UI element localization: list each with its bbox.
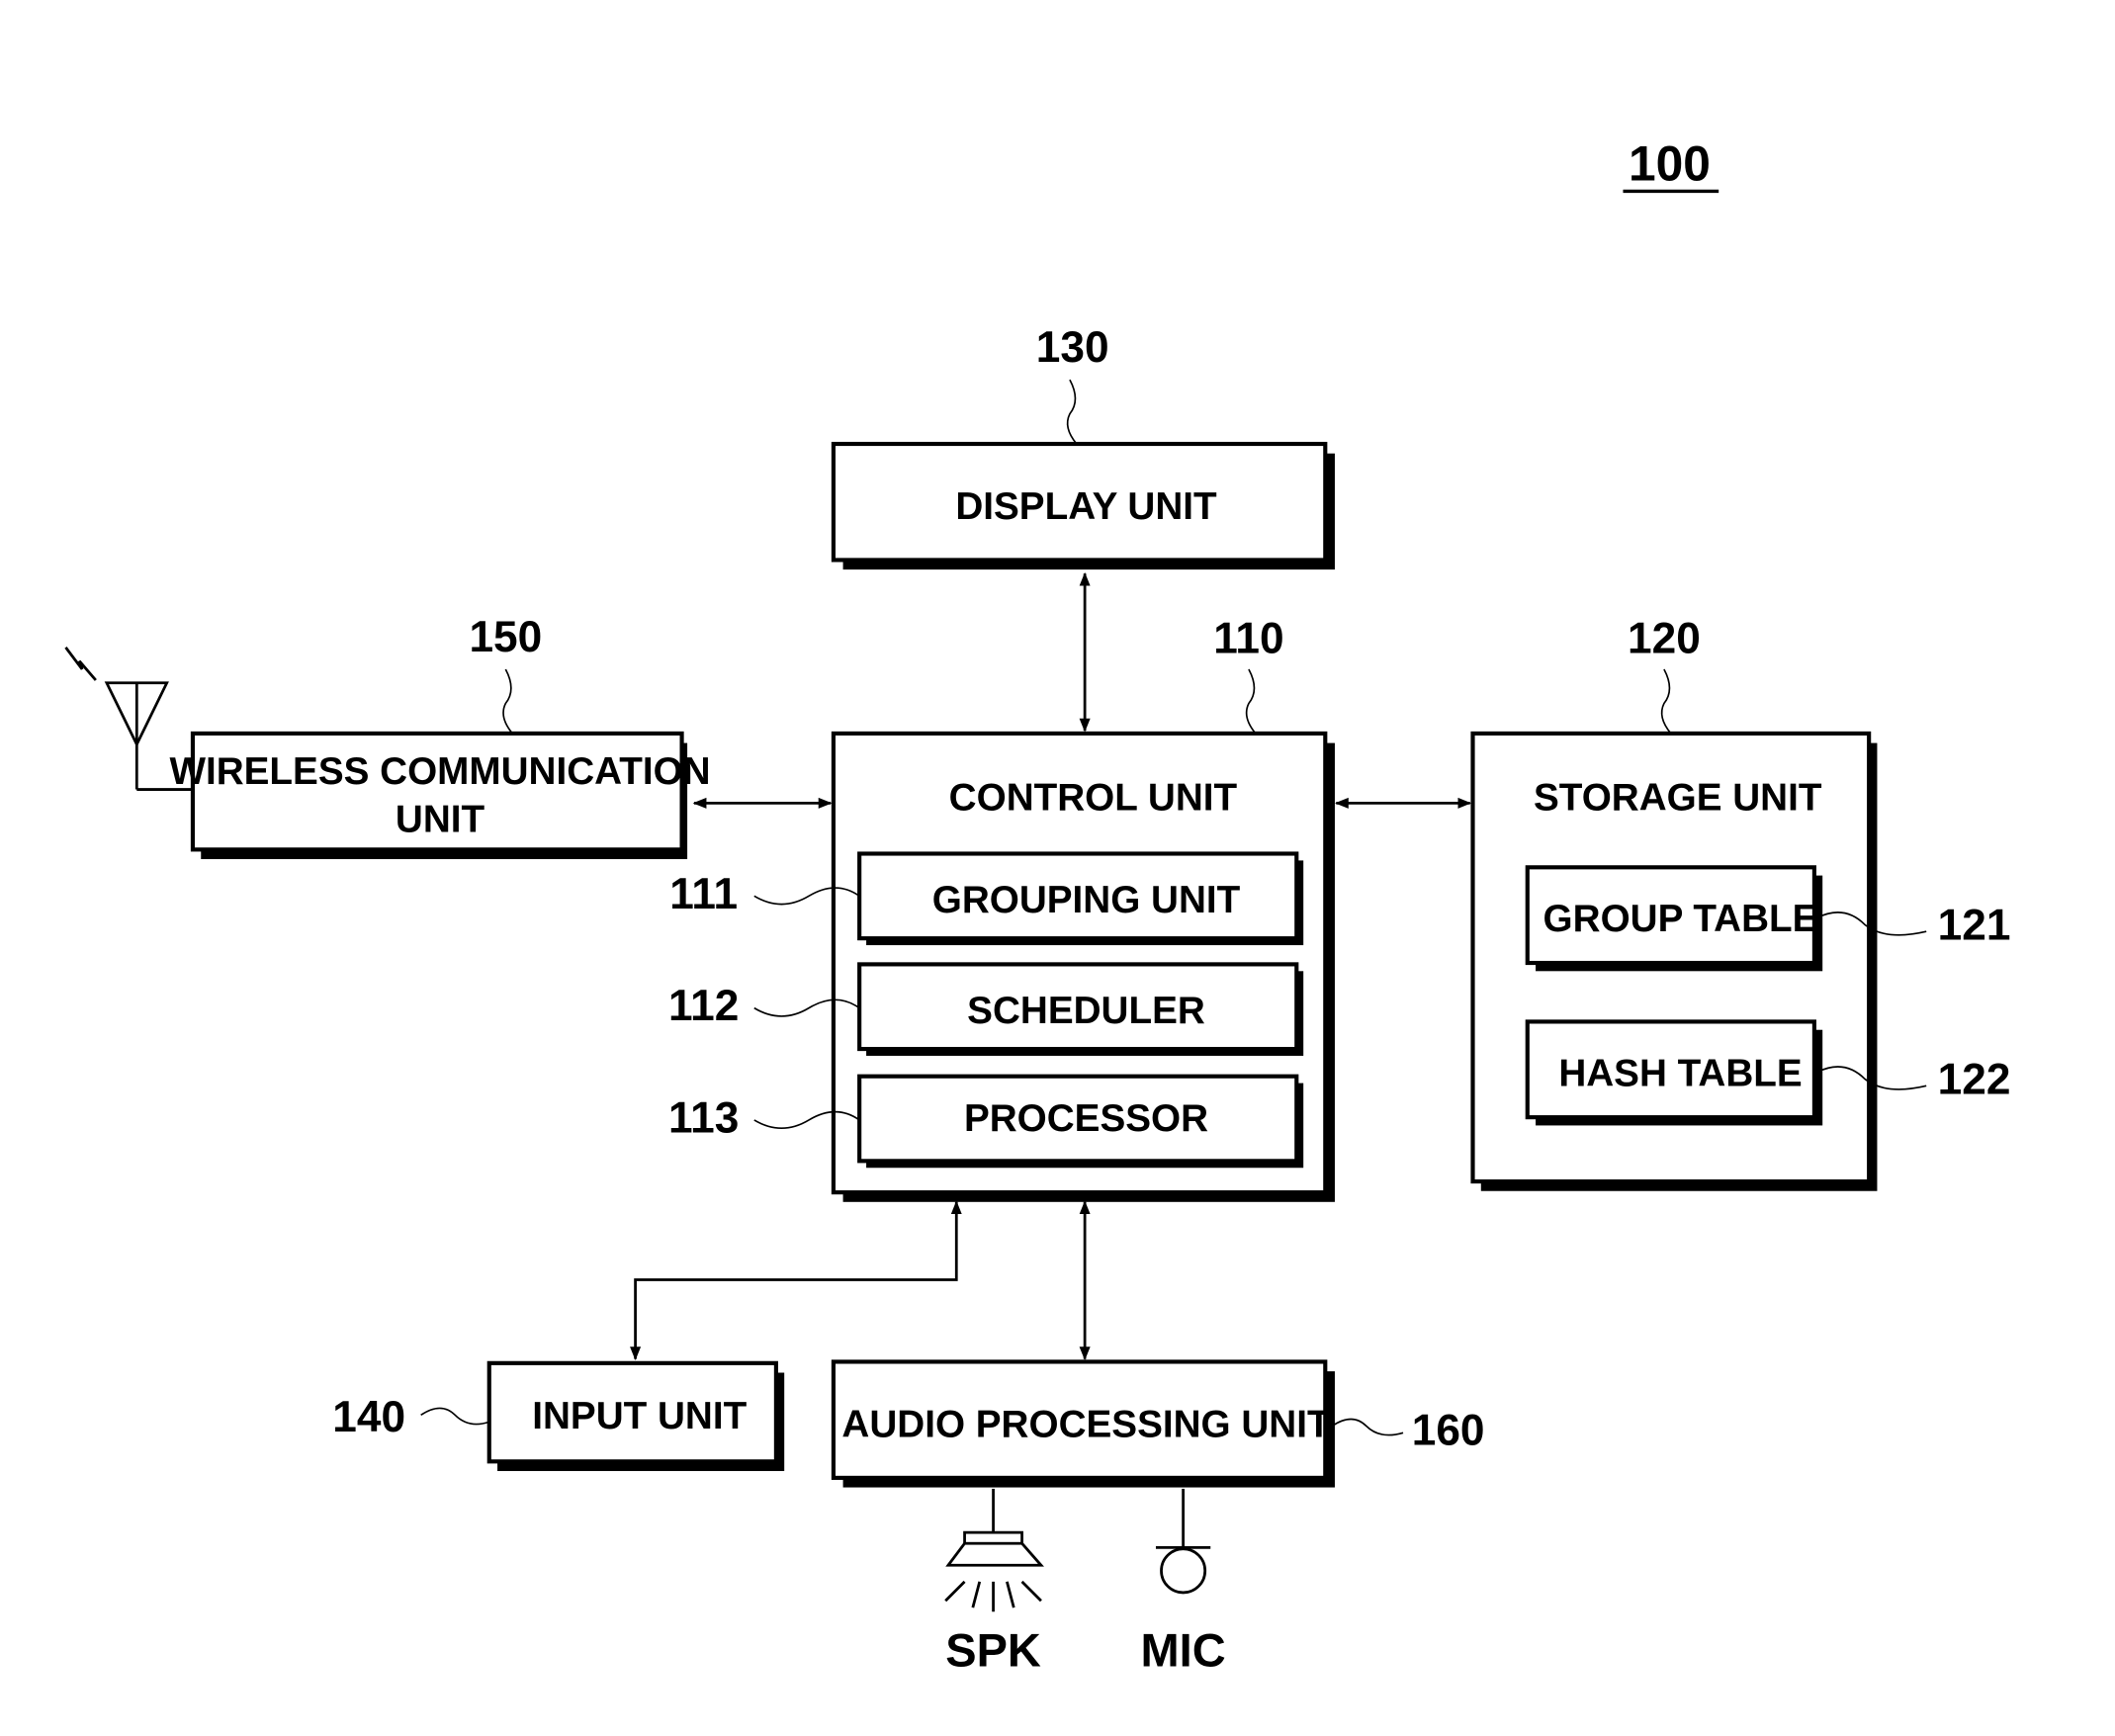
hash-table-label: HASH TABLE: [1558, 1052, 1802, 1094]
grouping-unit-block: GROUPING UNIT: [857, 851, 1304, 946]
wireless-unit-ref: 150: [469, 613, 542, 661]
microphone-label: MIC: [1141, 1624, 1226, 1677]
control-unit-label: CONTROL UNIT: [949, 776, 1238, 819]
storage-unit-ref: 120: [1628, 614, 1701, 662]
grouping-unit-ref: 111: [669, 870, 738, 918]
group-table-ref: 121: [1938, 902, 2011, 950]
grouping-unit-label: GROUPING UNIT: [932, 879, 1241, 921]
input-unit-label: INPUT UNIT: [532, 1395, 747, 1437]
wireless-unit-block: WIRELESS COMMUNICATION UNIT: [169, 731, 711, 860]
figure-ref: 100: [1629, 135, 1711, 191]
group-table-label: GROUP TABLE: [1543, 898, 1818, 940]
scheduler-block: SCHEDULER: [857, 962, 1304, 1056]
wireless-unit-label-line2: UNIT: [396, 798, 485, 840]
speaker-label: SPK: [945, 1624, 1041, 1677]
audio-processing-unit-label: AUDIO PROCESSING UNIT: [841, 1403, 1331, 1445]
hash-table-block: HASH TABLE: [1525, 1019, 1823, 1126]
control-unit-ref: 110: [1213, 614, 1283, 662]
display-unit-ref: 130: [1036, 323, 1109, 372]
display-unit-label: DISPLAY UNIT: [955, 485, 1217, 528]
control-ref-leader: [1245, 668, 1257, 735]
audio-processing-unit-ref: 160: [1412, 1407, 1485, 1455]
wireless-ref-leader: [502, 668, 513, 735]
storage-unit-label: STORAGE UNIT: [1534, 776, 1822, 819]
control-input-arrow: [630, 1200, 962, 1361]
input-unit-block: INPUT UNIT: [486, 1360, 785, 1471]
block-diagram: 100 DISPLAY UNIT 130 CONTROL UNIT 110 GR…: [64, 135, 2011, 1677]
speaker-icon: [944, 1488, 1044, 1612]
microphone-icon: [1155, 1488, 1211, 1595]
input-ref-leader: [420, 1407, 490, 1426]
audio-processing-unit-block: AUDIO PROCESSING UNIT: [831, 1359, 1335, 1488]
hash-table-ref: 122: [1938, 1056, 2011, 1104]
display-ref-leader: [1066, 379, 1078, 445]
processor-label: PROCESSOR: [964, 1097, 1208, 1140]
storage-ref-leader: [1660, 668, 1672, 735]
scheduler-ref: 112: [668, 982, 739, 1030]
wireless-unit-label-line1: WIRELESS COMMUNICATION: [169, 750, 710, 793]
processor-block: PROCESSOR: [857, 1074, 1304, 1169]
audio-ref-leader: [1331, 1418, 1404, 1436]
processor-ref: 113: [668, 1093, 739, 1142]
group-table-block: GROUP TABLE: [1525, 865, 1823, 972]
input-unit-ref: 140: [332, 1393, 405, 1441]
display-unit-block: DISPLAY UNIT: [831, 441, 1335, 570]
scheduler-label: SCHEDULER: [967, 990, 1205, 1032]
